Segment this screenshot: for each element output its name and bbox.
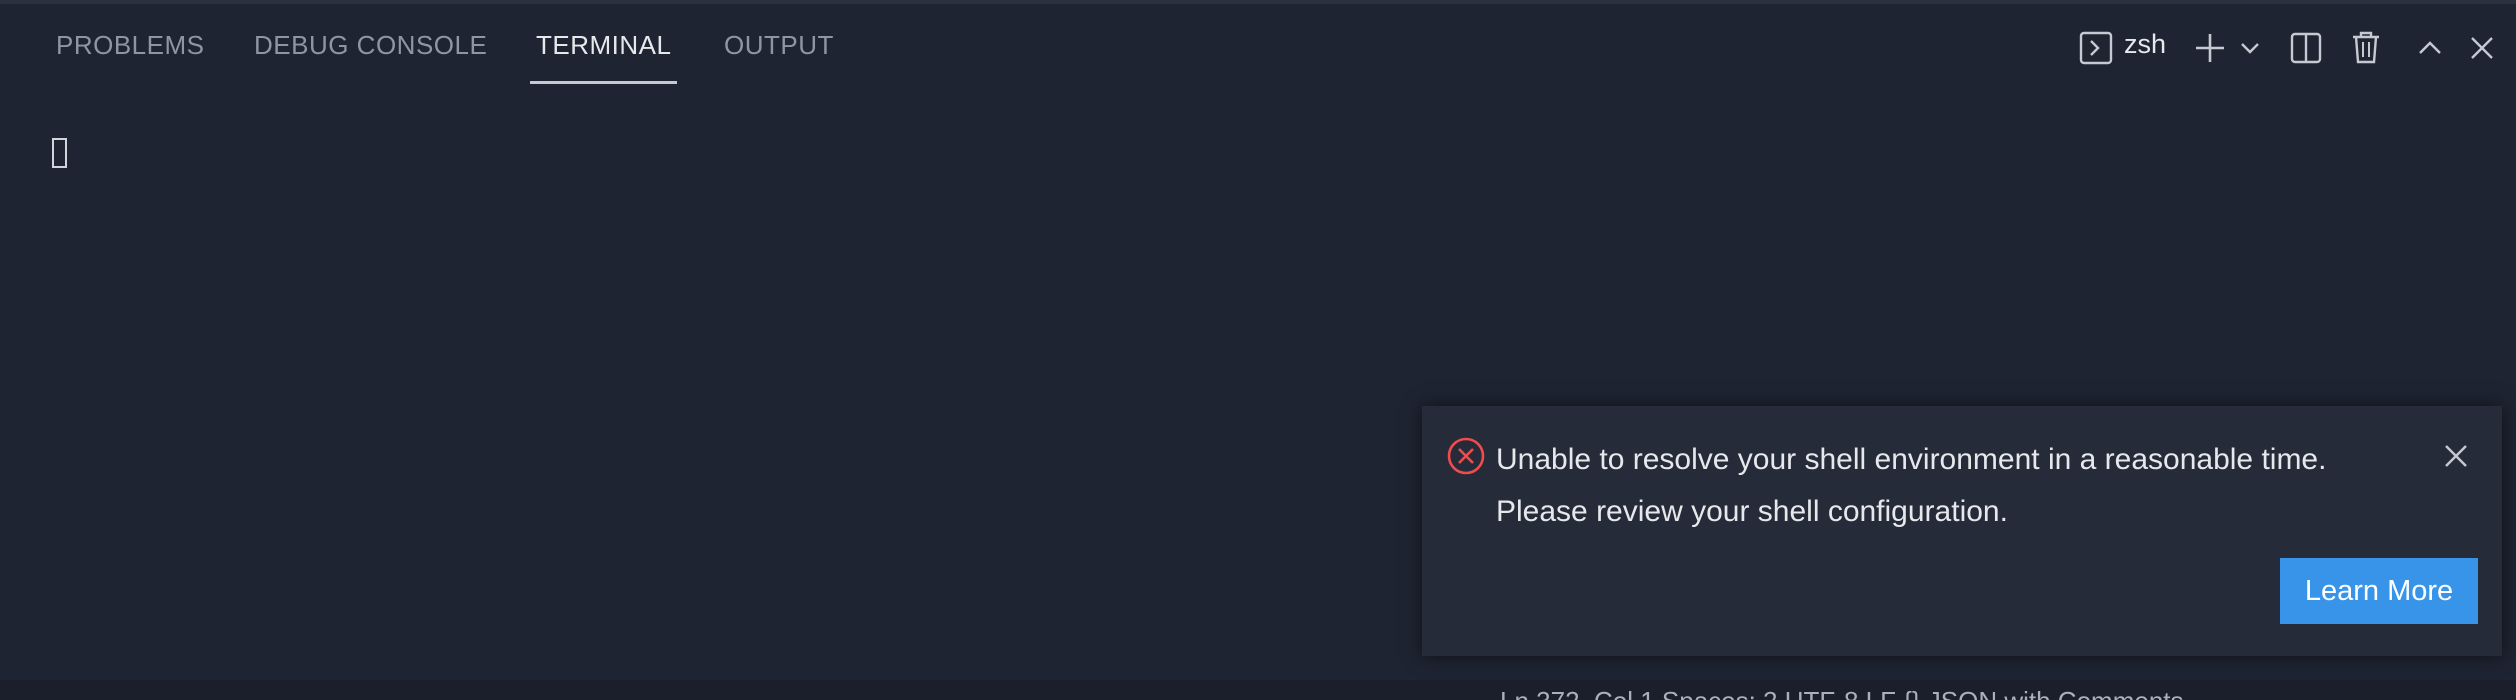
error-notification: Unable to resolve your shell environment… — [1422, 406, 2502, 656]
error-icon — [1446, 436, 1486, 476]
notification-message-line1: Unable to resolve your shell environment… — [1496, 443, 2327, 476]
shell-name-label[interactable]: zsh — [2124, 29, 2166, 60]
chevron-up-icon[interactable] — [2414, 30, 2446, 66]
status-bar-text: Ln 372, Col 1 Spaces: 2 UTF-8 LF {} JSON… — [1500, 686, 2184, 700]
tab-output[interactable]: OUTPUT — [724, 30, 834, 84]
notification-message-line2: Please review your shell configuration. — [1496, 495, 2008, 528]
terminal-panel: PROBLEMS DEBUG CONSOLE TERMINAL OUTPUT z… — [0, 0, 2516, 700]
tab-terminal[interactable]: TERMINAL — [530, 30, 678, 84]
trash-icon[interactable] — [2348, 26, 2384, 68]
terminal-cursor — [52, 138, 67, 168]
terminal-icon[interactable] — [2078, 28, 2114, 68]
notification-message: Unable to resolve your shell environment… — [1496, 434, 2396, 538]
close-icon[interactable] — [2466, 30, 2498, 66]
plus-icon[interactable] — [2192, 28, 2228, 68]
tab-debug-console[interactable]: DEBUG CONSOLE — [254, 30, 487, 84]
notification-close-icon[interactable] — [2440, 440, 2472, 472]
status-bar: Ln 372, Col 1 Spaces: 2 UTF-8 LF {} JSON… — [0, 680, 2516, 700]
split-icon[interactable] — [2288, 28, 2324, 68]
chevron-down-icon[interactable] — [2238, 32, 2262, 64]
learn-more-button[interactable]: Learn More — [2280, 558, 2478, 624]
tab-problems[interactable]: PROBLEMS — [56, 30, 205, 84]
